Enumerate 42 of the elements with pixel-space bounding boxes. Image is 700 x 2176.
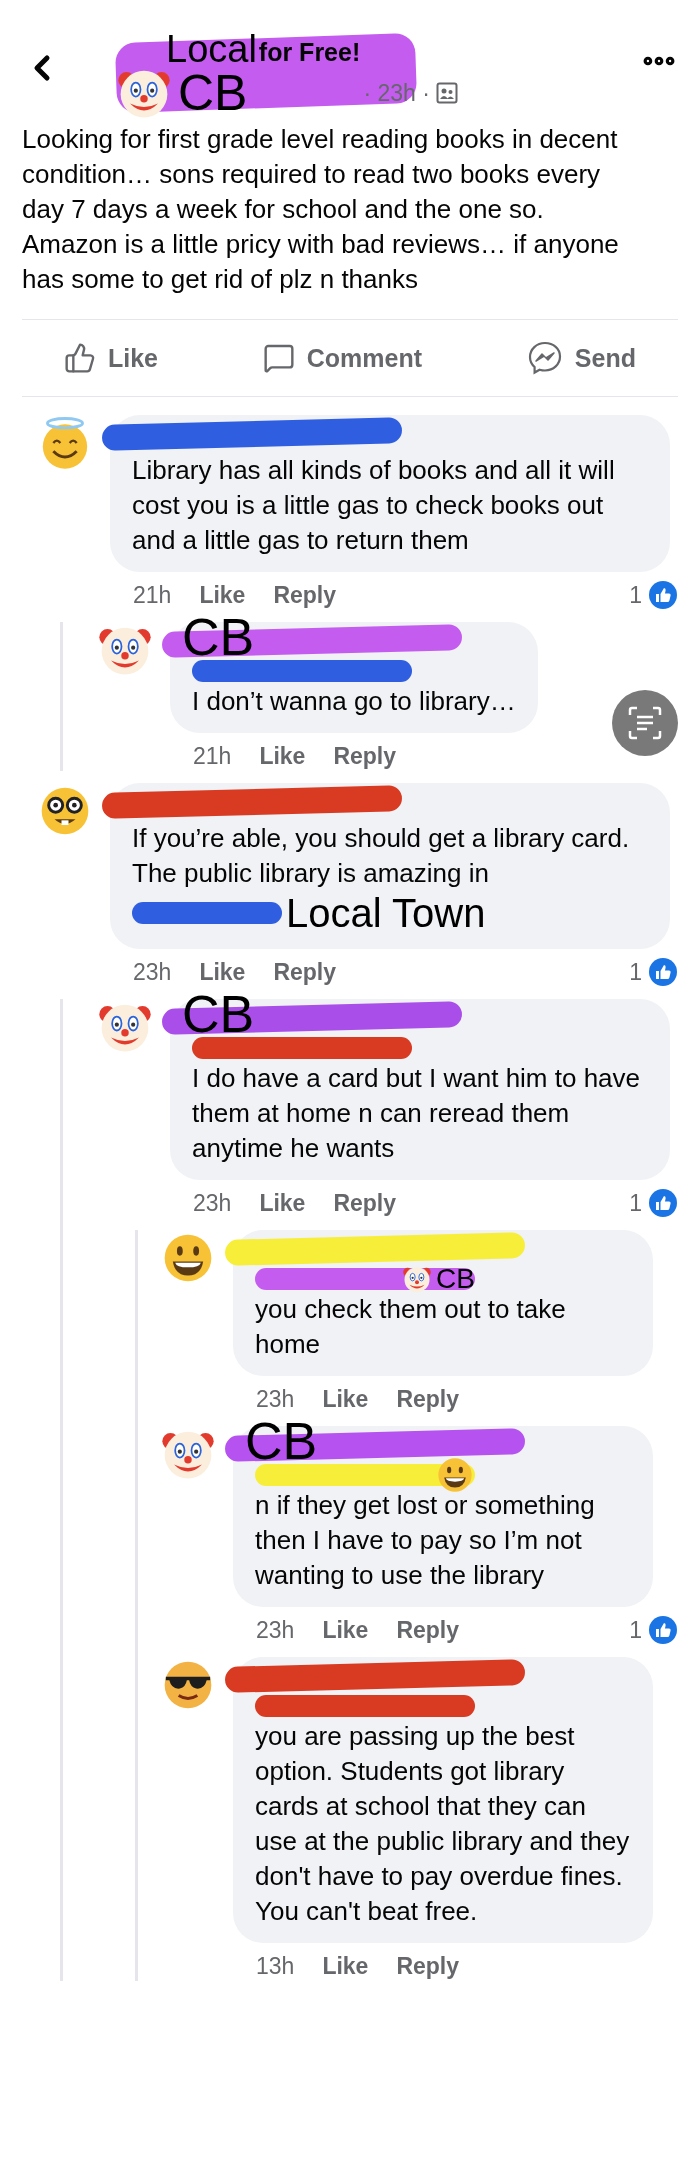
reply-link[interactable]: Reply <box>333 1189 397 1217</box>
comment-text: Library has all kinds of books and all it will cost you is a little gas to check books out and a little gas to return them <box>132 454 616 557</box>
reply-link[interactable]: Reply <box>396 1616 460 1644</box>
comment-text: you are passing up the best option. Students got library cards at school that they can use at the public library and they don't have to pay overdue fines. You can't beat free. <box>255 1720 631 1928</box>
reaction-count: 1 <box>629 581 642 609</box>
reaction-count: 1 <box>629 1616 642 1644</box>
like-link[interactable]: Like <box>199 958 246 986</box>
send-button[interactable]: Send <box>526 340 636 376</box>
reply-link[interactable]: Reply <box>396 1952 460 1980</box>
like-link[interactable]: Like <box>259 742 306 770</box>
like-button[interactable]: Like <box>64 342 159 374</box>
comment-text: I don’t wanna go to library… <box>192 685 516 718</box>
comment-text: I do have a card but I want him to have them at home n can reread them anytime he wants <box>192 1062 642 1165</box>
reply-link[interactable]: Reply <box>396 1385 460 1413</box>
comment-button[interactable]: Comment <box>262 342 423 374</box>
comment-time: 23h <box>193 1189 232 1217</box>
comment-text: n if they get lost or something then I have to pay so I’m not wanting to use the library <box>255 1489 596 1592</box>
place-overlay: Local Town <box>286 893 486 933</box>
comment-time: 23h <box>133 958 172 986</box>
reply-link[interactable]: Reply <box>333 742 397 770</box>
post-meta: · 23h · <box>363 79 430 107</box>
author-overlay: CB <box>178 68 248 118</box>
reaction-count: 1 <box>629 1189 642 1217</box>
reply-link[interactable]: Reply <box>273 581 337 609</box>
comment-time: 21h <box>193 742 232 770</box>
like-link[interactable]: Like <box>322 1952 369 1980</box>
comment-text: you check them out to take home <box>255 1293 567 1361</box>
group-overlay: Local <box>166 30 257 68</box>
comment-text: If you’re able, you should get a library card. The public library is amazing in <box>132 822 631 890</box>
comment-time: 23h <box>256 1385 295 1413</box>
group-name[interactable]: for Free! <box>258 40 361 68</box>
mention-overlay: CB <box>436 1265 475 1293</box>
like-link[interactable]: Like <box>322 1385 369 1413</box>
comment-time: 21h <box>133 581 172 609</box>
comment-time: 13h <box>256 1952 295 1980</box>
comment-time: 23h <box>256 1616 295 1644</box>
reaction-count: 1 <box>629 958 642 986</box>
post-text: Looking for first grade level reading books in decent condition… sons required to read two books every day 7 days a week for school and the one so. Amazon is a little pricy with bad reviews… if anyone has some to get rid of plz n thanks <box>22 123 620 296</box>
like-link[interactable]: Like <box>259 1189 306 1217</box>
like-link[interactable]: Like <box>199 581 246 609</box>
like-link[interactable]: Like <box>322 1616 369 1644</box>
reply-link[interactable]: Reply <box>273 958 337 986</box>
